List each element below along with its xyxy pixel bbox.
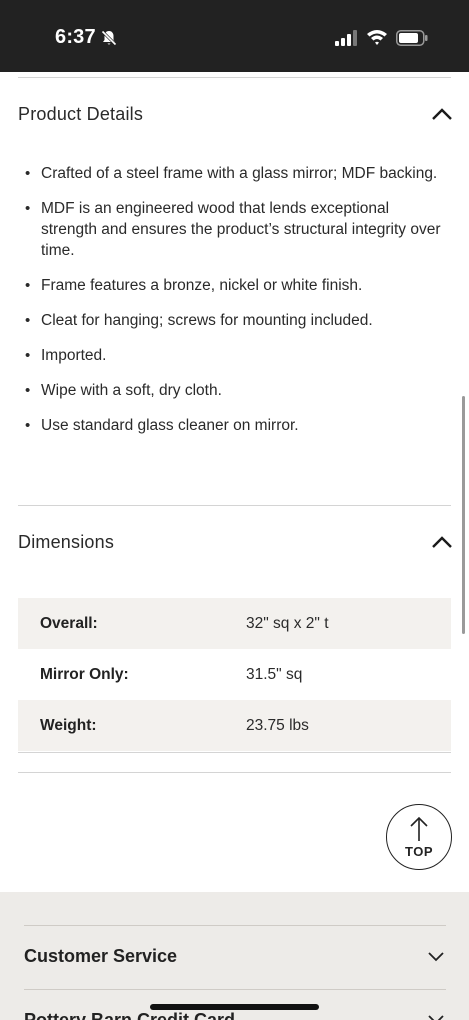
chevron-up-icon [432,536,452,548]
wifi-icon [367,30,387,45]
divider [18,752,451,753]
dimension-row-overall: Overall: 32" sq x 2" t [18,598,451,649]
footer-link-label: Pottery Barn Credit Card [24,1010,236,1020]
dimension-label: Weight: [40,716,97,734]
chevron-down-icon [428,952,444,962]
back-to-top-label: TOP [405,844,433,859]
dimension-value: 23.75 lbs [246,716,309,734]
list-item: • Crafted of a steel frame with a glass m… [25,165,438,182]
scrollbar[interactable] [462,396,465,634]
list-item: • MDF is an engineered wood that lends ex… [25,200,441,259]
dimension-row-weight: Weight: 23.75 lbs [18,700,451,751]
list-item: • Wipe with a soft, dry cloth. [25,382,222,399]
signal-icon [335,30,357,46]
footer-link-customer-service[interactable]: Customer Service [0,926,469,988]
arrow-up-icon [410,816,428,841]
bell-slash-icon [100,29,118,47]
status-bar: 6:37 [0,0,469,72]
battery-icon [396,30,428,46]
divider [18,77,451,78]
list-item: • Frame features a bronze, nickel or whit… [25,277,363,294]
dimensions-header[interactable]: Dimensions [0,518,469,568]
back-to-top-button[interactable]: TOP [386,804,452,870]
list-item: • Imported. [25,347,107,364]
divider [18,505,451,506]
dimension-label: Mirror Only: [40,665,129,683]
product-details-list: • Crafted of a steel frame with a glass m… [22,163,447,450]
product-details-title: Product Details [18,104,144,124]
product-details-header[interactable]: Product Details [0,90,469,140]
status-time: 6:37 [55,26,96,48]
home-indicator[interactable] [150,1004,319,1010]
dimension-value: 32" sq x 2" t [246,614,329,632]
list-item: • Cleat for hanging; screws for mounting … [25,312,373,329]
footer-link-label: Customer Service [24,946,178,966]
dimension-value: 31.5" sq [246,665,303,683]
list-item: • Use standard glass cleaner on mirror. [25,417,299,434]
chevron-down-icon [428,1015,444,1020]
dimension-label: Overall: [40,614,98,632]
footer: Customer Service Pottery Barn Credit Car… [0,892,469,1020]
divider [18,772,451,773]
dimension-row-mirror-only: Mirror Only: 31.5" sq [18,649,451,700]
dimensions-title: Dimensions [18,532,115,552]
chevron-up-icon [432,108,452,120]
